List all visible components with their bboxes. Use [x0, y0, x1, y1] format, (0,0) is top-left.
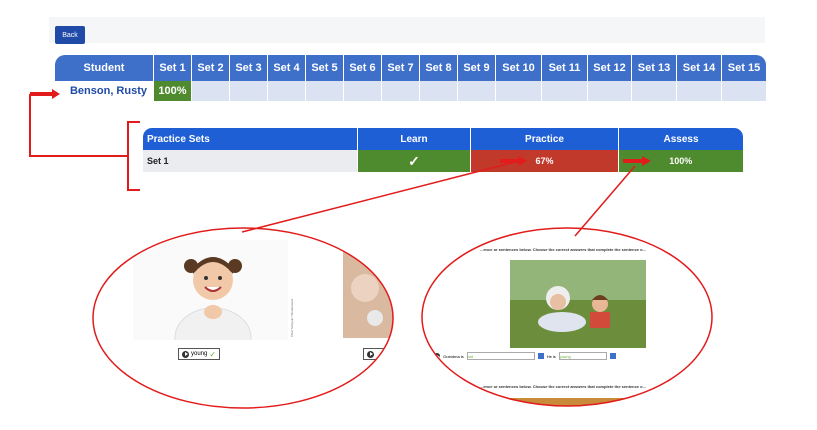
answer-chip[interactable]: young ✓: [178, 348, 221, 360]
top-bar: [49, 17, 765, 43]
correct-check-icon: ✓: [209, 349, 217, 359]
grandma-child-image: [510, 260, 646, 348]
audio-play-icon[interactable]: [434, 353, 440, 359]
answer-chip-2[interactable]: [363, 348, 385, 360]
score-cell-set-1[interactable]: 100%: [153, 81, 192, 101]
practice-set-name: Set 1: [143, 150, 358, 172]
audio-play-icon[interactable]: [182, 350, 189, 358]
header-set-10[interactable]: Set 10: [495, 55, 542, 81]
score-cell: [419, 81, 458, 101]
chevron-down-icon[interactable]: [609, 353, 616, 359]
answer-select-1[interactable]: old: [466, 352, 535, 360]
student-grid: Student Set 1 Set 2 Set 3 Set 4 Set 5 Se…: [55, 55, 767, 101]
learn-check-cell[interactable]: ✓: [357, 150, 471, 172]
bracket-line: [29, 94, 128, 157]
assess-preview: ...ence or sentences below. Choose the c…: [422, 228, 712, 406]
header-set-12[interactable]: Set 12: [587, 55, 632, 81]
practice-preview: ©Kat Yahnyuk / Shutterstock young ✓: [93, 228, 393, 408]
practice-score-cell[interactable]: 67%: [470, 150, 619, 172]
score-cell: [343, 81, 382, 101]
header-assess: Assess: [618, 128, 743, 150]
connector-assess: [574, 165, 636, 237]
header-set-3[interactable]: Set 3: [229, 55, 268, 81]
header-student: Student: [55, 55, 154, 81]
header-set-8[interactable]: Set 8: [419, 55, 458, 81]
header-set-6[interactable]: Set 6: [343, 55, 382, 81]
score-cell: [676, 81, 722, 101]
header-set-5[interactable]: Set 5: [305, 55, 344, 81]
grid-header-row: Student Set 1 Set 2 Set 3 Set 4 Set 5 Se…: [55, 55, 766, 81]
answer-select-2[interactable]: young: [558, 352, 607, 360]
header-set-2[interactable]: Set 2: [191, 55, 230, 81]
score-cell: [457, 81, 496, 101]
next-photo: [502, 398, 642, 406]
answer-chip-label: young: [191, 351, 208, 357]
header-set-11[interactable]: Set 11: [541, 55, 588, 81]
header-learn: Learn: [357, 128, 471, 150]
score-cell: [631, 81, 677, 101]
table-row: Set 1 ✓ 67% 100%: [143, 150, 744, 172]
smiling-child-image: [174, 257, 252, 369]
chevron-down-icon[interactable]: [537, 353, 544, 359]
second-photo: [343, 248, 393, 338]
practice-header-row: Practice Sets Learn Practice Assess: [143, 128, 743, 150]
back-button[interactable]: Back: [55, 26, 85, 44]
connector-practice: [241, 161, 516, 233]
score-cell: [267, 81, 306, 101]
score-cell: [229, 81, 268, 101]
assess-score-cell[interactable]: 100%: [618, 150, 744, 172]
score-cell: [381, 81, 420, 101]
student-name-link[interactable]: Benson, Rusty: [55, 81, 154, 101]
header-set-15[interactable]: Set 15: [721, 55, 766, 81]
sentence-row: Grandma is old He is young: [434, 352, 616, 360]
practice-sets-table: Practice Sets Learn Practice Assess Set …: [143, 128, 744, 172]
photo-credit: ©Kat Yahnyuk / Shutterstock: [290, 298, 294, 337]
header-set-4[interactable]: Set 4: [267, 55, 306, 81]
header-set-1[interactable]: Set 1: [153, 55, 192, 81]
header-set-13[interactable]: Set 13: [631, 55, 677, 81]
header-set-7[interactable]: Set 7: [381, 55, 420, 81]
table-row: Benson, Rusty 100%: [55, 81, 767, 101]
score-cell: [495, 81, 542, 101]
grandma-child-photo: [510, 260, 646, 348]
sentence-middle: He is: [546, 353, 556, 359]
assess-instruction-2: ...ence or sentences below. Choose the c…: [480, 384, 646, 389]
child-photo: [133, 240, 288, 369]
assess-instruction: ...ence or sentences below. Choose the c…: [480, 247, 646, 252]
audio-play-icon[interactable]: [367, 350, 374, 358]
bracket-right: [127, 121, 140, 191]
header-practice-sets: Practice Sets: [143, 128, 358, 150]
header-set-14[interactable]: Set 14: [676, 55, 722, 81]
header-set-9[interactable]: Set 9: [457, 55, 496, 81]
score-cell: [541, 81, 588, 101]
score-cell: [587, 81, 632, 101]
score-cell: [305, 81, 344, 101]
sentence-start: Grandma is: [443, 353, 464, 359]
score-cell: [721, 81, 767, 101]
score-cell: [191, 81, 230, 101]
header-practice: Practice: [470, 128, 619, 150]
